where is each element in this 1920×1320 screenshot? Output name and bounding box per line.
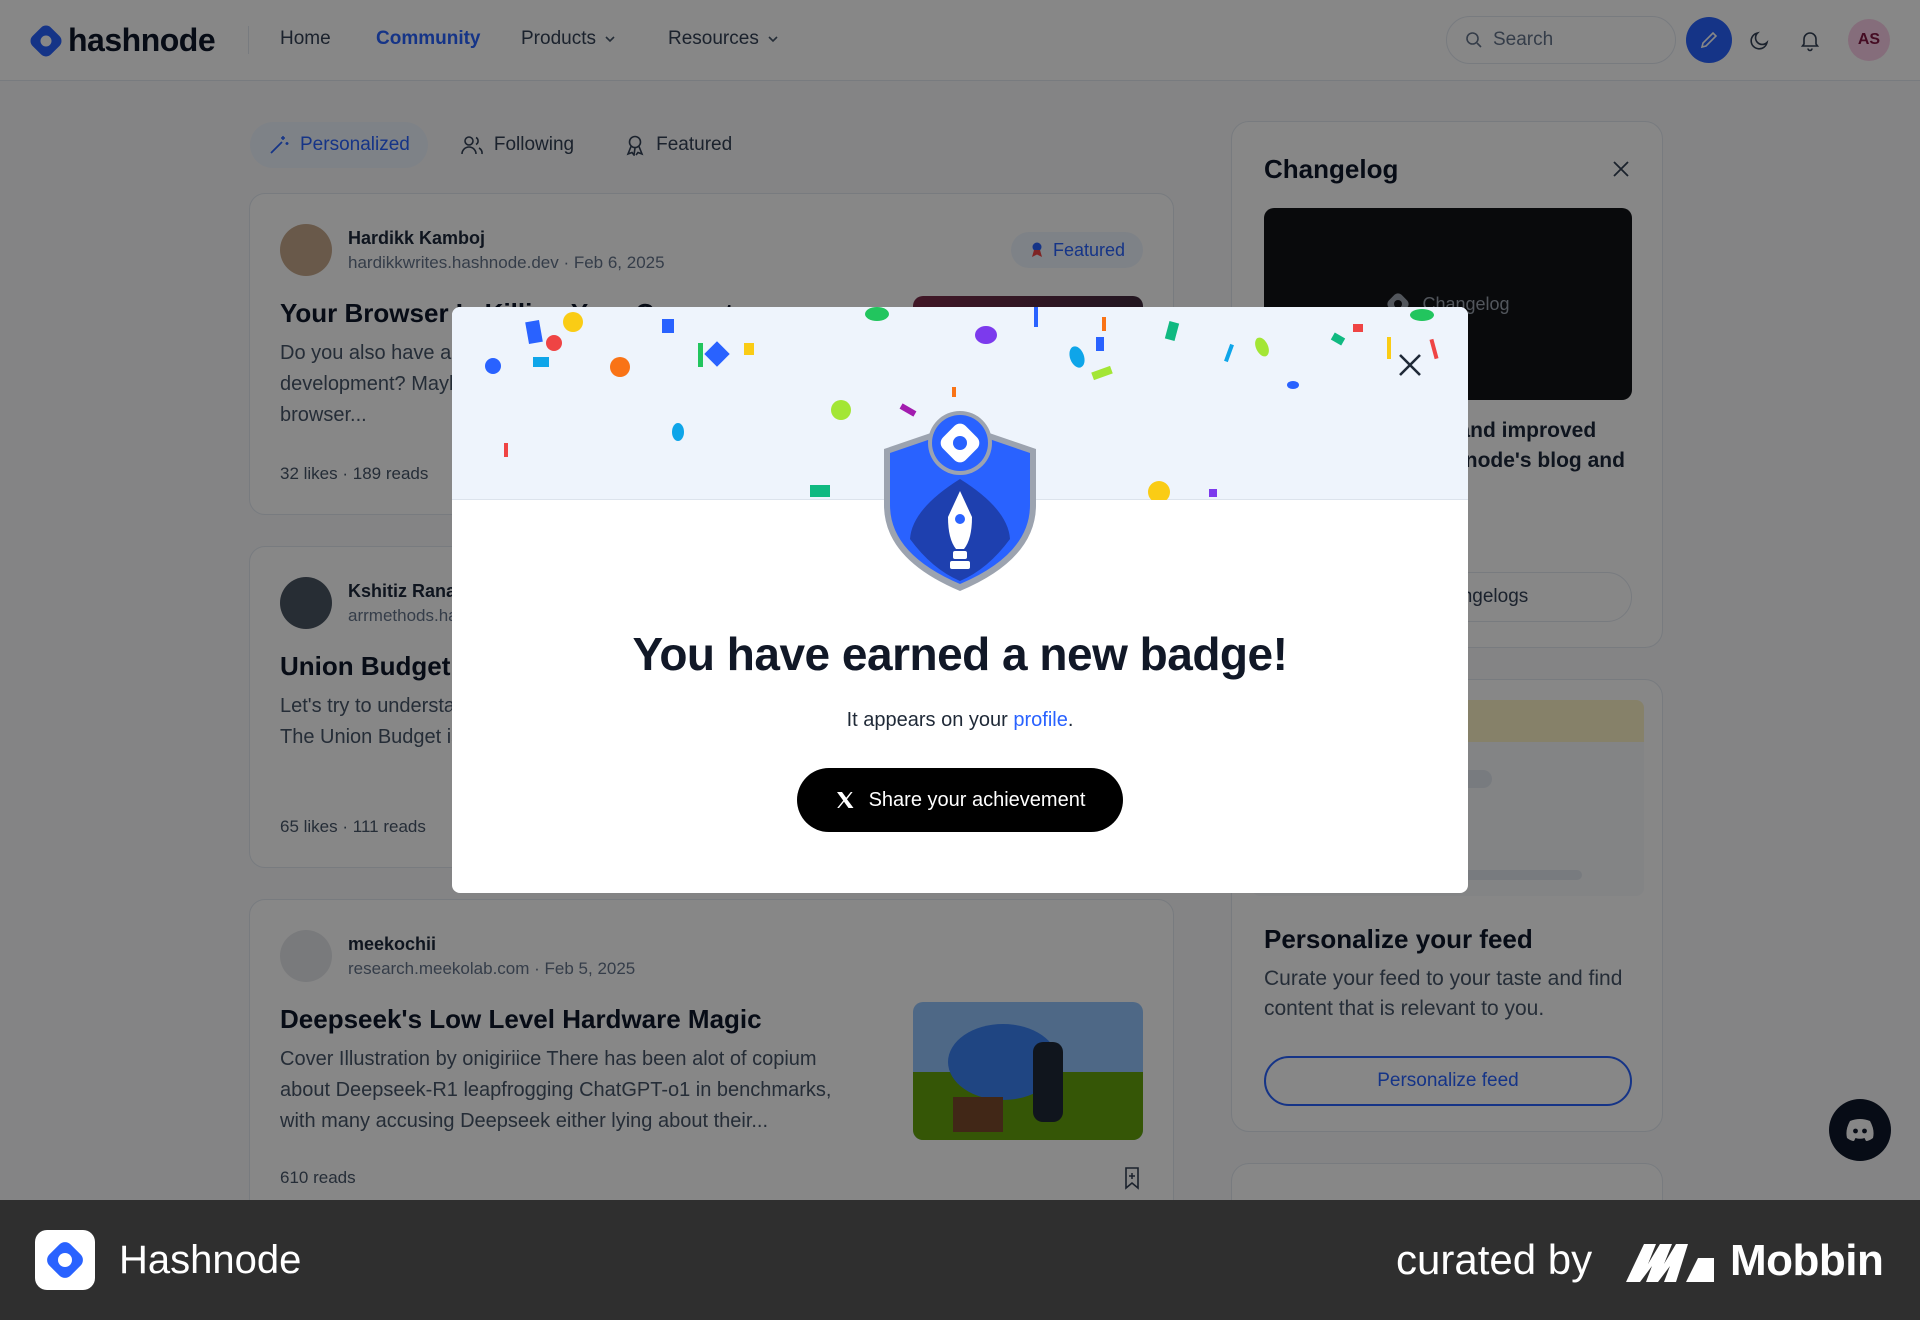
footer-app: Hashnode bbox=[35, 1230, 301, 1290]
footer-app-name: Hashnode bbox=[119, 1237, 302, 1282]
share-achievement-button[interactable]: Share your achievement bbox=[797, 768, 1123, 832]
writer-badge-icon bbox=[884, 411, 1036, 591]
hashnode-app-icon bbox=[35, 1230, 95, 1290]
curated-by-label: curated by bbox=[1396, 1236, 1593, 1283]
close-icon[interactable] bbox=[1394, 349, 1426, 381]
subtitle-suffix: . bbox=[1067, 709, 1074, 731]
modal-subtitle: It appears on your profile. bbox=[452, 709, 1468, 732]
profile-link[interactable]: profile bbox=[1013, 709, 1067, 731]
x-logo-icon bbox=[836, 792, 854, 808]
mobbin-wordmark: Mobbin bbox=[1730, 1236, 1884, 1285]
share-button-label: Share your achievement bbox=[868, 788, 1086, 811]
mobbin-logo-icon bbox=[1626, 1244, 1714, 1282]
mobbin-logo: Mobbin bbox=[1626, 1236, 1884, 1286]
badge-earned-modal: You have earned a new badge! It appears … bbox=[452, 307, 1468, 893]
mobbin-footer: Hashnode curated by Mobbin bbox=[0, 1200, 1920, 1320]
subtitle-prefix: It appears on your bbox=[846, 709, 1014, 731]
modal-title: You have earned a new badge! bbox=[632, 628, 1288, 680]
hashnode-logo-icon bbox=[47, 1242, 83, 1278]
